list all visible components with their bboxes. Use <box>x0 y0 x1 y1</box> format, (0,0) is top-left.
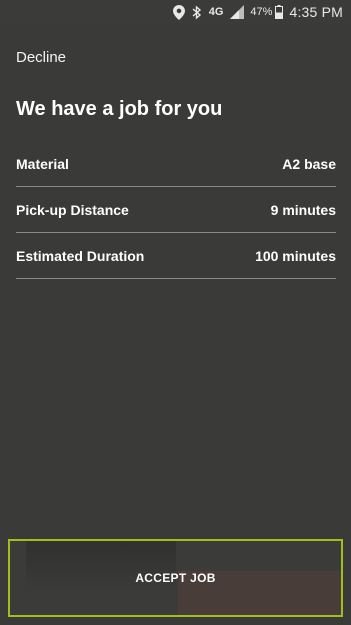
detail-row-estimated-duration: Estimated Duration 100 minutes <box>16 233 336 279</box>
clock: 4:35 PM <box>289 4 343 20</box>
4g-lte-icon: 4G <box>208 6 224 18</box>
status-bar: 4G 47% 4:35 PM <box>0 0 351 24</box>
accept-job-label: ACCEPT JOB <box>135 571 216 585</box>
job-details: Material A2 base Pick-up Distance 9 minu… <box>16 141 336 279</box>
accept-job-button[interactable]: ACCEPT JOB <box>8 539 343 617</box>
detail-value: A2 base <box>282 155 336 172</box>
bluetooth-icon <box>192 4 202 20</box>
detail-value: 100 minutes <box>255 247 336 264</box>
battery-percent: 47% <box>250 6 273 18</box>
decline-button[interactable]: Decline <box>16 49 66 66</box>
detail-row-material: Material A2 base <box>16 141 336 187</box>
detail-value: 9 minutes <box>270 201 336 218</box>
signal-icon <box>230 5 245 19</box>
page-title: We have a job for you <box>16 98 223 120</box>
battery-icon <box>275 5 284 19</box>
detail-label: Pick-up Distance <box>16 201 129 218</box>
location-icon <box>172 4 185 20</box>
detail-row-pickup-distance: Pick-up Distance 9 minutes <box>16 187 336 233</box>
detail-label: Estimated Duration <box>16 247 145 264</box>
detail-label: Material <box>16 155 69 172</box>
